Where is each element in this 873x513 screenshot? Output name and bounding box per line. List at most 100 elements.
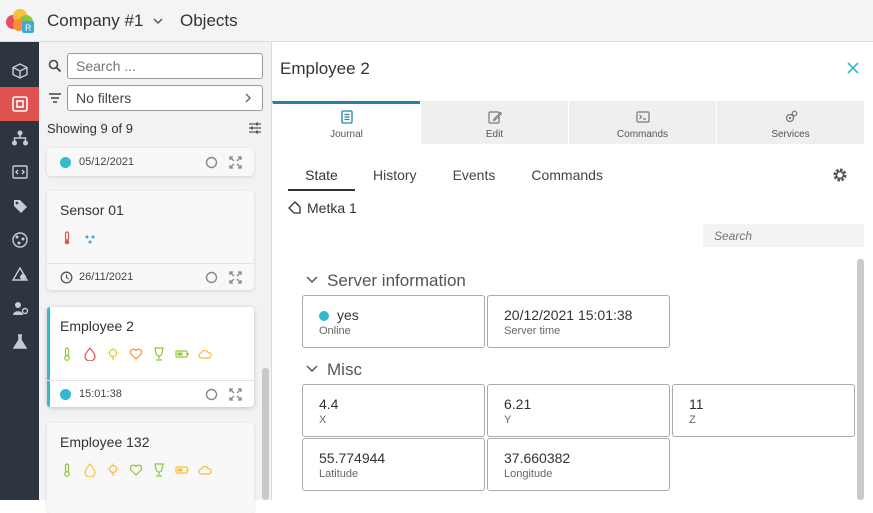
tab-label: Journal	[330, 129, 363, 140]
field-y: 6.21 Y	[487, 384, 670, 437]
group-header-misc[interactable]: Misc	[306, 360, 362, 380]
top-bar: R Company #1 Objects	[0, 0, 873, 42]
target-circle-icon[interactable]	[205, 271, 218, 284]
field-online: yes Online	[302, 295, 485, 348]
thermometer-icon	[64, 347, 70, 361]
filter-label: No filters	[76, 90, 132, 106]
subtab-history[interactable]: History	[373, 167, 417, 191]
hierarchy-icon	[11, 130, 28, 146]
thermometer-icon	[64, 463, 70, 477]
sidebar-item-network[interactable]	[0, 223, 39, 257]
card-title: Employee 2	[60, 318, 134, 334]
object-card[interactable]: Sensor 01 26/11/2021	[47, 191, 254, 290]
subtab-events[interactable]: Events	[453, 167, 496, 191]
tab-edit[interactable]: Edit	[420, 101, 568, 144]
battery-icon	[175, 350, 189, 358]
subtab-state[interactable]: State	[288, 167, 355, 191]
field-value: 37.660382	[504, 450, 571, 466]
tab-label: Services	[771, 129, 810, 140]
chevron-right-icon	[245, 93, 251, 103]
tag-icon	[13, 200, 27, 213]
card-time: 05/12/2021	[79, 156, 135, 168]
gear-icon[interactable]	[832, 167, 848, 183]
status-online-dot	[319, 311, 329, 321]
thermometer-icon	[64, 231, 70, 245]
object-card-selected[interactable]: Employee 2 15:01:38	[47, 307, 254, 407]
sidebar	[0, 42, 39, 500]
detail-tabs: Journal Edit Commands Services	[272, 101, 864, 144]
status-online-dot	[60, 157, 71, 168]
cube-icon	[11, 63, 28, 79]
card-footer: 15:01:38	[47, 380, 254, 407]
heart-icon	[129, 464, 143, 476]
journal-icon	[340, 110, 353, 124]
tab-journal[interactable]: Journal	[272, 101, 420, 144]
card-time: 15:01:38	[79, 388, 122, 400]
page-title: Objects	[180, 11, 238, 30]
showing-count: Showing 9 of 9	[47, 121, 134, 136]
field-label: Y	[504, 414, 512, 426]
droplet-icon	[84, 347, 96, 361]
field-value: 6.21	[504, 396, 532, 412]
tag-icon	[288, 201, 301, 214]
field-server-time: 20/12/2021 15:01:38 Server time	[487, 295, 670, 348]
subtab-commands[interactable]: Commands	[531, 167, 603, 191]
card-title: Employee 132	[60, 434, 150, 450]
card-sensor-icons	[60, 463, 212, 477]
code-window-icon	[11, 165, 28, 179]
tab-commands[interactable]: Commands	[568, 101, 716, 144]
list-scrollbar[interactable]	[262, 368, 269, 500]
group-title: Server information	[327, 271, 466, 290]
state-search-input[interactable]	[703, 224, 864, 247]
sidebar-item-tags[interactable]	[0, 189, 39, 223]
sidebar-item-lab[interactable]	[0, 325, 39, 359]
field-label: Latitude	[319, 468, 359, 480]
search-input[interactable]	[67, 53, 263, 79]
sidebar-item-objects[interactable]	[0, 87, 39, 121]
sidebar-item-geo[interactable]	[0, 257, 39, 291]
sliders-icon[interactable]	[248, 121, 262, 135]
sidebar-item-users[interactable]	[0, 291, 39, 325]
field-label: Online	[319, 325, 351, 337]
detail-scrollbar[interactable]	[857, 259, 864, 500]
card-title: Sensor 01	[60, 202, 124, 218]
expand-icon[interactable]	[229, 156, 242, 169]
field-latitude: 55.774944 Latitude	[302, 438, 485, 491]
close-icon[interactable]	[845, 60, 861, 76]
company-selector[interactable]: Company #1	[47, 11, 143, 31]
group-title: Misc	[327, 360, 362, 379]
expand-icon[interactable]	[229, 271, 242, 284]
field-label: Z	[689, 414, 696, 426]
expand-icon[interactable]	[229, 388, 242, 401]
detail-title: Employee 2	[280, 59, 370, 78]
edit-icon	[487, 111, 502, 124]
field-label: Longitude	[504, 468, 553, 480]
sidebar-item-hierarchy[interactable]	[0, 121, 39, 155]
chevron-down-icon	[306, 276, 318, 284]
target-circle-icon[interactable]	[205, 156, 218, 169]
objects-icon	[11, 96, 28, 112]
chevron-down-icon	[306, 365, 318, 373]
card-sensor-icons	[60, 231, 97, 245]
sidebar-item-code[interactable]	[0, 155, 39, 189]
target-circle-icon[interactable]	[205, 388, 218, 401]
object-card[interactable]: 05/12/2021	[47, 148, 254, 176]
heart-icon	[129, 348, 143, 360]
battery-icon	[175, 466, 189, 474]
field-x: 4.4 X	[302, 384, 485, 437]
tab-services[interactable]: Services	[716, 101, 864, 144]
group-header-server[interactable]: Server information	[306, 271, 466, 291]
field-value: 20/12/2021 15:01:38	[504, 307, 633, 323]
object-tag: Metka 1	[307, 200, 357, 216]
services-icon	[785, 110, 797, 123]
search-icon	[48, 59, 62, 73]
field-value: 11	[689, 396, 704, 412]
flask-icon	[12, 334, 27, 349]
clock-icon	[60, 271, 73, 284]
filter-selector[interactable]: No filters	[67, 85, 263, 111]
glass-icon	[154, 347, 164, 361]
sidebar-item-packages[interactable]	[0, 54, 39, 88]
app-logo-icon[interactable]: R	[4, 7, 36, 35]
chevron-down-icon[interactable]	[152, 15, 164, 27]
field-label: Server time	[504, 325, 561, 337]
